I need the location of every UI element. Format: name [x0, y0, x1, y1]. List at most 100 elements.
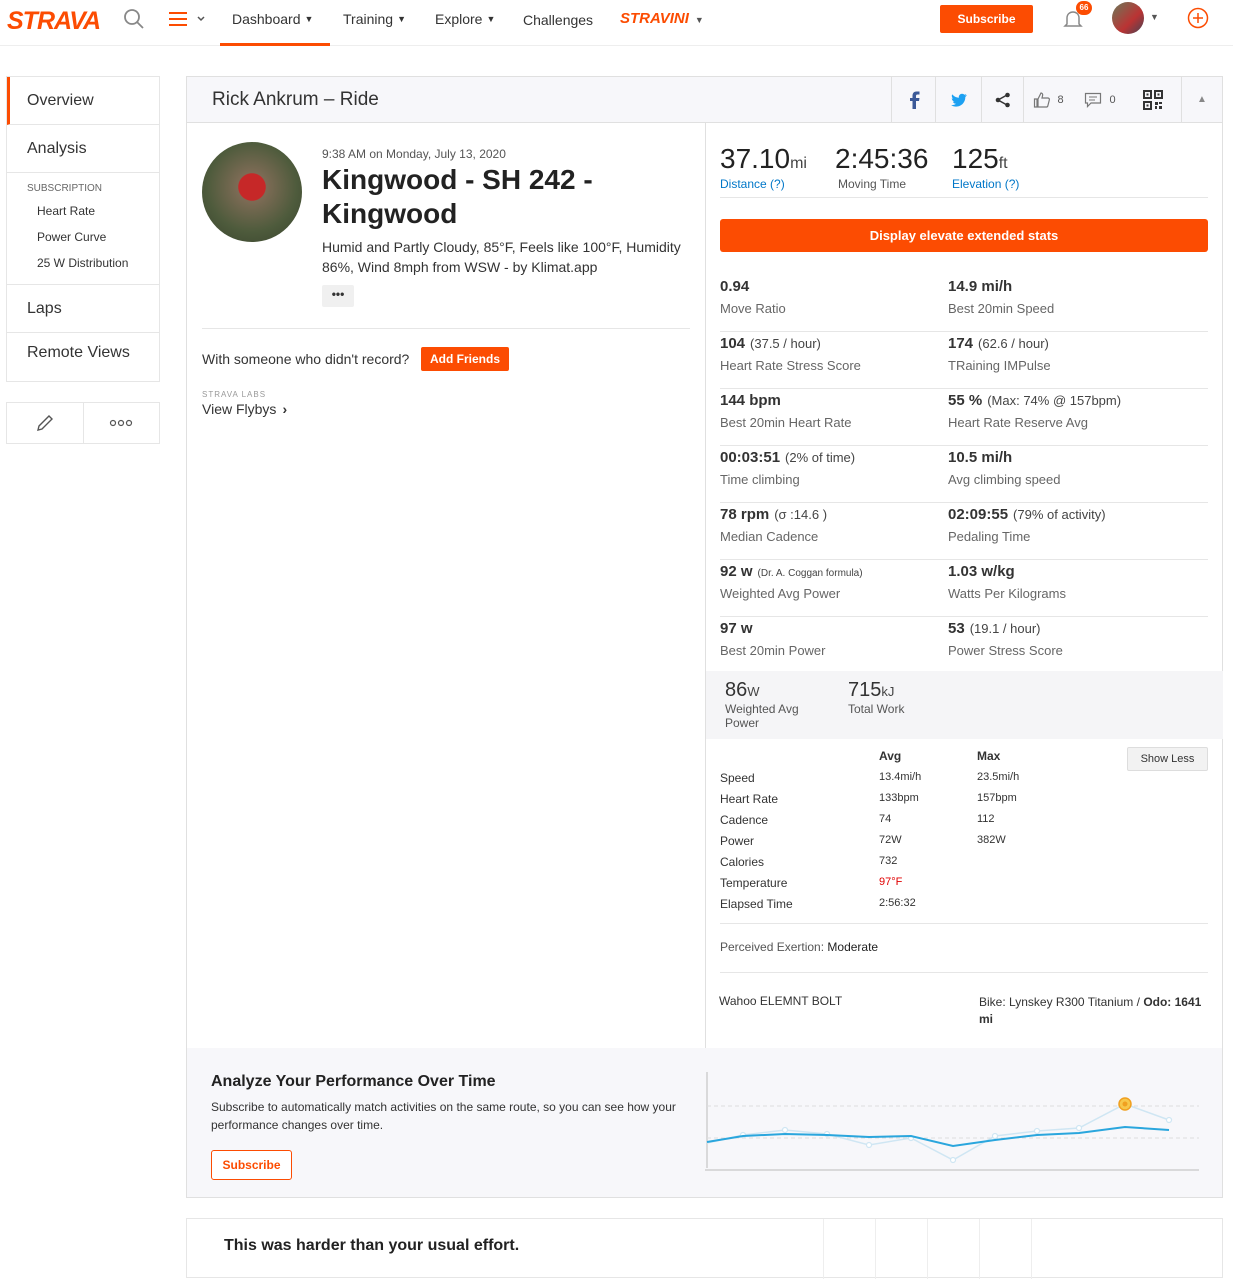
extended-stat: 1.03 w/kg Watts Per Kilograms: [948, 563, 1066, 601]
extended-stat: 78 rpm (σ :14.6 ) Median Cadence: [720, 506, 828, 544]
share-icon: [995, 92, 1010, 107]
page-title: Rick Ankrum – Ride: [212, 89, 379, 110]
power-summary: 86W Weighted Avg Power 715kJ Total Work: [706, 671, 1223, 739]
stravini-menu[interactable]: STRAVINI ▼: [620, 10, 704, 27]
kudos-button[interactable]: 8: [1023, 77, 1073, 122]
sidebar-item-laps[interactable]: Laps: [7, 285, 159, 333]
activity-panel: Rick Ankrum – Ride 8 0 ▲ 9:38 AM on Mond…: [186, 76, 1223, 1198]
analyze-subscribe-button[interactable]: Subscribe: [211, 1150, 292, 1180]
elevate-extended-stats-button[interactable]: Display elevate extended stats: [720, 219, 1208, 252]
table-row: Calories 732: [720, 855, 898, 869]
extended-stat: 0.94 Move Ratio: [720, 278, 786, 316]
table-row: Temperature 97°F: [720, 876, 903, 890]
extended-stat: 144 bpm Best 20min Heart Rate: [720, 392, 852, 430]
stats-panel: 37.10mi Distance (?) 2:45:36 Moving Time…: [705, 123, 1223, 1048]
comments-button[interactable]: 0: [1073, 77, 1127, 122]
more-options-button[interactable]: [84, 403, 160, 443]
divider: [720, 972, 1208, 973]
stat-distance: 37.10mi Distance (?): [720, 143, 807, 191]
notification-count: 66: [1076, 1, 1092, 15]
twitter-icon: [950, 93, 967, 107]
table-row: Elapsed Time 2:56:32: [720, 897, 916, 911]
table-row: Speed 13.4mi/h 23.5mi/h: [720, 771, 1020, 785]
comment-count: 0: [1109, 93, 1116, 106]
sidebar-tools: [6, 402, 160, 444]
kudos-count: 8: [1057, 93, 1064, 106]
collapse-button[interactable]: ▲: [1181, 77, 1222, 122]
edit-button[interactable]: [7, 403, 84, 443]
activity-name: Kingwood - SH 242 - Kingwood: [322, 164, 593, 229]
strava-labs-label: STRAVA LABS: [202, 390, 267, 399]
twitter-share-button[interactable]: [935, 77, 981, 122]
show-less-button[interactable]: Show Less: [1127, 747, 1208, 771]
extended-stat: 97 w Best 20min Power: [720, 620, 826, 658]
nav-explore[interactable]: Explore ▼: [435, 11, 495, 27]
sidebar-item-remote-views[interactable]: Remote Views: [7, 333, 159, 381]
sidebar-subscription-group: SUBSCRIPTION Heart Rate Power Curve 25 W…: [7, 173, 159, 285]
subscription-title: SUBSCRIPTION: [27, 183, 103, 194]
menu-icon[interactable]: [168, 10, 208, 33]
search-icon[interactable]: [123, 8, 145, 35]
extended-stat: 53 (19.1 / hour) Power Stress Score: [948, 620, 1063, 658]
pencil-icon: [36, 415, 53, 431]
table-header-max: Max: [977, 749, 1001, 763]
expand-description-button[interactable]: •••: [322, 285, 354, 307]
divider: [720, 197, 1208, 198]
sidebar-item-distribution[interactable]: 25 W Distribution: [7, 252, 159, 278]
add-friends-button[interactable]: Add Friends: [421, 347, 509, 371]
add-icon[interactable]: [1187, 7, 1209, 34]
analyze-performance-section: Analyze Your Performance Over Time Subsc…: [187, 1048, 1222, 1197]
extended-stat: 104 (37.5 / hour) Heart Rate Stress Score: [720, 335, 861, 373]
share-button[interactable]: [981, 77, 1023, 122]
ellipsis-icon: [110, 419, 133, 427]
table-header-avg: Avg: [879, 749, 902, 763]
extended-stat: 02:09:55 (79% of activity) Pedaling Time: [948, 506, 1106, 544]
chevron-right-icon: ›: [282, 401, 288, 417]
facebook-share-button[interactable]: [891, 77, 935, 122]
activity-date: 9:38 AM on Monday, July 13, 2020: [322, 147, 506, 161]
activity-summary: 9:38 AM on Monday, July 13, 2020 Kingwoo…: [187, 123, 705, 1048]
nav-training[interactable]: Training ▼: [343, 11, 406, 27]
active-tab-indicator: [220, 43, 330, 46]
user-avatar[interactable]: [1112, 2, 1144, 34]
strava-logo[interactable]: STRAVA: [7, 7, 101, 36]
sidebar: Overview Analysis SUBSCRIPTION Heart Rat…: [6, 76, 160, 382]
extended-stat: 174 (62.6 / hour) TRaining IMPulse: [948, 335, 1051, 373]
chevron-down-icon[interactable]: ▼: [1150, 12, 1159, 22]
thumbs-up-icon: [1034, 91, 1051, 108]
total-work: 715kJ Total Work: [848, 679, 905, 716]
nav-dashboard[interactable]: Dashboard ▼: [232, 11, 313, 27]
sidebar-item-power-curve[interactable]: Power Curve: [7, 226, 159, 252]
athlete-avatar[interactable]: [202, 142, 302, 242]
distance-label[interactable]: Distance (?): [720, 177, 807, 191]
elevation-label[interactable]: Elevation (?): [952, 177, 1019, 191]
relative-effort-card: This was harder than your usual effort.: [186, 1218, 1223, 1279]
view-flybys-link[interactable]: View Flybys ›: [202, 401, 287, 417]
analyze-title: Analyze Your Performance Over Time: [211, 1073, 496, 1090]
sidebar-item-analysis[interactable]: Analysis: [7, 125, 159, 173]
performance-preview-chart: [705, 1068, 1205, 1183]
extended-stat: 00:03:51 (2% of time) Time climbing: [720, 449, 856, 487]
facebook-icon: [909, 91, 919, 109]
chevron-up-icon: ▲: [1197, 94, 1207, 105]
stat-elevation: 125ft Elevation (?): [952, 143, 1020, 191]
stat-moving-time: 2:45:36 Moving Time: [835, 143, 929, 191]
subscribe-button[interactable]: Subscribe: [940, 5, 1033, 33]
activity-header: Rick Ankrum – Ride 8 0 ▲: [187, 77, 1222, 123]
comment-icon: [1085, 92, 1102, 108]
sidebar-item-overview[interactable]: Overview: [7, 77, 159, 125]
table-row: Power 72W 382W: [720, 834, 1006, 848]
table-row: Heart Rate 133bpm 157bpm: [720, 792, 1017, 806]
device-name: Wahoo ELEMNT BOLT: [719, 994, 843, 1008]
qr-code-icon: [1143, 89, 1163, 110]
sidebar-item-heart-rate[interactable]: Heart Rate: [7, 200, 159, 226]
bike-info: Bike: Lynskey R300 Titanium / Odo: 1641 …: [979, 995, 1202, 1026]
nav-challenges[interactable]: Challenges: [523, 12, 593, 28]
extended-stat: 14.9 mi/h Best 20min Speed: [948, 278, 1055, 316]
divider: [720, 923, 1208, 924]
perceived-exertion: Perceived Exertion: Moderate: [720, 940, 879, 954]
qr-code-button[interactable]: [1127, 77, 1179, 122]
with-someone-text: With someone who didn't record?: [202, 351, 410, 367]
weighted-avg-power: 86W Weighted Avg Power: [725, 679, 799, 730]
analyze-description: Subscribe to automatically match activit…: [211, 1100, 676, 1132]
